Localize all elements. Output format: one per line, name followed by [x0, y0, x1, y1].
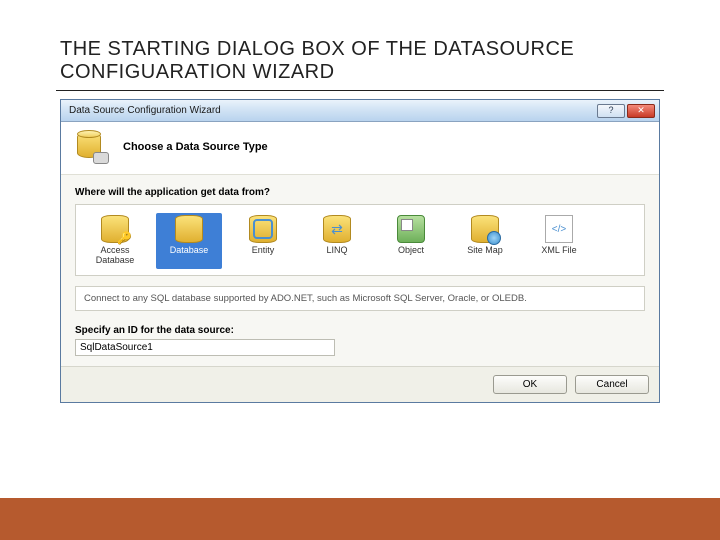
- slide-heading: THE STARTING DIALOG BOX OF THE DATASOURC…: [56, 0, 664, 91]
- titlebar: Data Source Configuration Wizard ? ✕: [61, 100, 659, 122]
- option-label: Object: [380, 245, 442, 255]
- close-button[interactable]: ✕: [627, 104, 655, 118]
- option-database[interactable]: Database: [156, 213, 222, 269]
- option-object[interactable]: Object: [378, 213, 444, 269]
- datasource-id-input[interactable]: [75, 339, 335, 356]
- option-entity[interactable]: Entity: [230, 213, 296, 269]
- database-icon: [75, 130, 109, 164]
- option-label: LINQ: [306, 245, 368, 255]
- database-option-icon: [175, 215, 203, 243]
- object-icon: [397, 215, 425, 243]
- option-linq[interactable]: LINQ: [304, 213, 370, 269]
- option-xml-file[interactable]: XML File: [526, 213, 592, 269]
- option-access-database[interactable]: 🔑 Access Database: [82, 213, 148, 269]
- option-label: Entity: [232, 245, 294, 255]
- site-map-icon: [471, 215, 499, 243]
- dialog-footer: OK Cancel: [61, 366, 659, 402]
- option-label: Access Database: [84, 245, 146, 265]
- cancel-button[interactable]: Cancel: [575, 375, 649, 394]
- dialog-body: Where will the application get data from…: [61, 175, 659, 366]
- close-icon: ✕: [637, 106, 645, 115]
- option-description: Connect to any SQL database supported by…: [75, 286, 645, 311]
- access-database-icon: 🔑: [101, 215, 129, 243]
- ok-button[interactable]: OK: [493, 375, 567, 394]
- xml-file-icon: [545, 215, 573, 243]
- id-prompt: Specify an ID for the data source:: [75, 325, 645, 336]
- prompt-label: Where will the application get data from…: [75, 187, 645, 198]
- option-label: Database: [158, 245, 220, 255]
- dialog-header-title: Choose a Data Source Type: [123, 141, 268, 153]
- option-label: Site Map: [454, 245, 516, 255]
- dialog-header: Choose a Data Source Type: [61, 122, 659, 175]
- entity-icon: [249, 215, 277, 243]
- help-button[interactable]: ?: [597, 104, 625, 118]
- datasource-options: 🔑 Access Database Database Entity LINQ O…: [75, 204, 645, 276]
- dialog-title: Data Source Configuration Wizard: [69, 105, 221, 116]
- wizard-dialog: Data Source Configuration Wizard ? ✕ Cho…: [60, 99, 660, 403]
- slide-accent-bar: [0, 498, 720, 540]
- id-row: Specify an ID for the data source:: [75, 325, 645, 356]
- help-icon: ?: [608, 106, 613, 115]
- linq-icon: [323, 215, 351, 243]
- option-site-map[interactable]: Site Map: [452, 213, 518, 269]
- titlebar-buttons: ? ✕: [597, 104, 655, 118]
- option-label: XML File: [528, 245, 590, 255]
